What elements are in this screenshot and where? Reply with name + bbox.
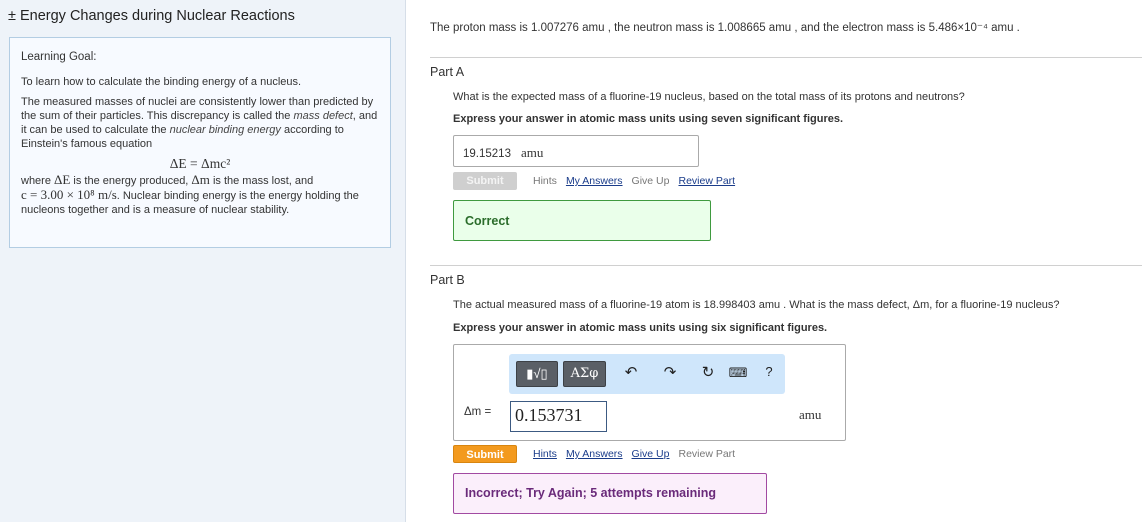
part-a-question: What is the expected mass of a fluorine-…: [453, 91, 965, 103]
part-a-submit-button[interactable]: Submit: [453, 172, 517, 190]
particle-masses-text: The proton mass is 1.007276 amu , the ne…: [430, 22, 1020, 34]
answer-unit: amu: [799, 407, 822, 422]
redo-icon[interactable]: ↷: [659, 363, 681, 381]
part-b-heading[interactable]: Part B: [430, 273, 465, 287]
part-b-hints-link[interactable]: Hints: [533, 448, 557, 460]
para2-a: where: [21, 175, 55, 187]
divider: [430, 265, 1142, 266]
part-a-links: Hints My Answers Give Up Review Part: [533, 175, 744, 187]
definition-paragraph: where ΔE is the energy produced, Δm is t…: [21, 173, 379, 217]
part-b-answer-editor: ▮√▯ ΑΣφ ↶ ↷ ↻ ⌨ ? Δm = 0.153731 amu: [453, 344, 846, 441]
math-toolbar: ▮√▯ ΑΣφ ↶ ↷ ↻ ⌨ ?: [509, 354, 785, 394]
binding-energy-term: nuclear binding energy: [169, 124, 281, 136]
delta-e-symbol: ΔE: [54, 172, 71, 187]
greek-symbols-button[interactable]: ΑΣφ: [563, 361, 606, 387]
right-panel: The proton mass is 1.007276 amu , the ne…: [406, 0, 1142, 522]
mass-defect-term: mass defect: [293, 110, 353, 122]
mass-defect-input[interactable]: 0.153731: [510, 401, 607, 432]
reset-icon[interactable]: ↻: [697, 363, 719, 381]
templates-button[interactable]: ▮√▯: [516, 361, 558, 387]
delta-m-symbol: Δm: [191, 172, 210, 187]
part-a-hints-link[interactable]: Hints: [533, 175, 557, 187]
part-a-answer-value: 19.15213: [463, 148, 511, 160]
speed-of-light-eq: c = 3.00 × 10⁸ m/s: [21, 187, 117, 202]
left-panel: ± Energy Changes during Nuclear Reaction…: [0, 0, 406, 522]
part-a-my-answers-link[interactable]: My Answers: [566, 175, 623, 187]
part-a-feedback-correct: Correct: [453, 200, 711, 241]
part-b-question: The actual measured mass of a fluorine-1…: [453, 299, 1060, 311]
problem-title[interactable]: ± Energy Changes during Nuclear Reaction…: [8, 8, 295, 24]
part-a-answer-field: 19.15213 amu: [453, 135, 699, 167]
part-a-instruction: Express your answer in atomic mass units…: [453, 113, 844, 125]
delta-m-label: Δm =: [464, 406, 492, 418]
part-a-answer-unit: amu: [520, 145, 544, 160]
learning-goal-heading: Learning Goal:: [21, 51, 97, 63]
part-a-give-up-link[interactable]: Give Up: [632, 175, 670, 187]
einstein-equation: ΔE = Δmc²: [169, 156, 231, 171]
learning-goal-text: To learn how to calculate the binding en…: [21, 76, 302, 88]
para2-b: is the energy produced,: [70, 175, 192, 187]
part-b-my-answers-link[interactable]: My Answers: [566, 448, 623, 460]
part-b-links: Hints My Answers Give Up Review Part: [533, 448, 744, 460]
keyboard-icon[interactable]: ⌨: [727, 365, 749, 381]
part-a-heading[interactable]: Part A: [430, 65, 464, 79]
part-a-review-link[interactable]: Review Part: [678, 175, 735, 187]
help-icon[interactable]: ?: [758, 364, 780, 379]
part-b-instruction: Express your answer in atomic mass units…: [453, 322, 828, 334]
para2-c: is the mass lost, and: [209, 175, 314, 187]
part-b-feedback-incorrect: Incorrect; Try Again; 5 attempts remaini…: [453, 473, 767, 514]
divider: [430, 57, 1142, 58]
undo-icon[interactable]: ↶: [620, 363, 642, 381]
part-b-review-link[interactable]: Review Part: [678, 448, 735, 460]
mass-defect-paragraph: The measured masses of nuclei are consis…: [21, 95, 379, 151]
part-b-give-up-link[interactable]: Give Up: [632, 448, 670, 460]
part-b-submit-button[interactable]: Submit: [453, 445, 517, 463]
learning-goal-box: Learning Goal: To learn how to calculate…: [9, 37, 391, 248]
